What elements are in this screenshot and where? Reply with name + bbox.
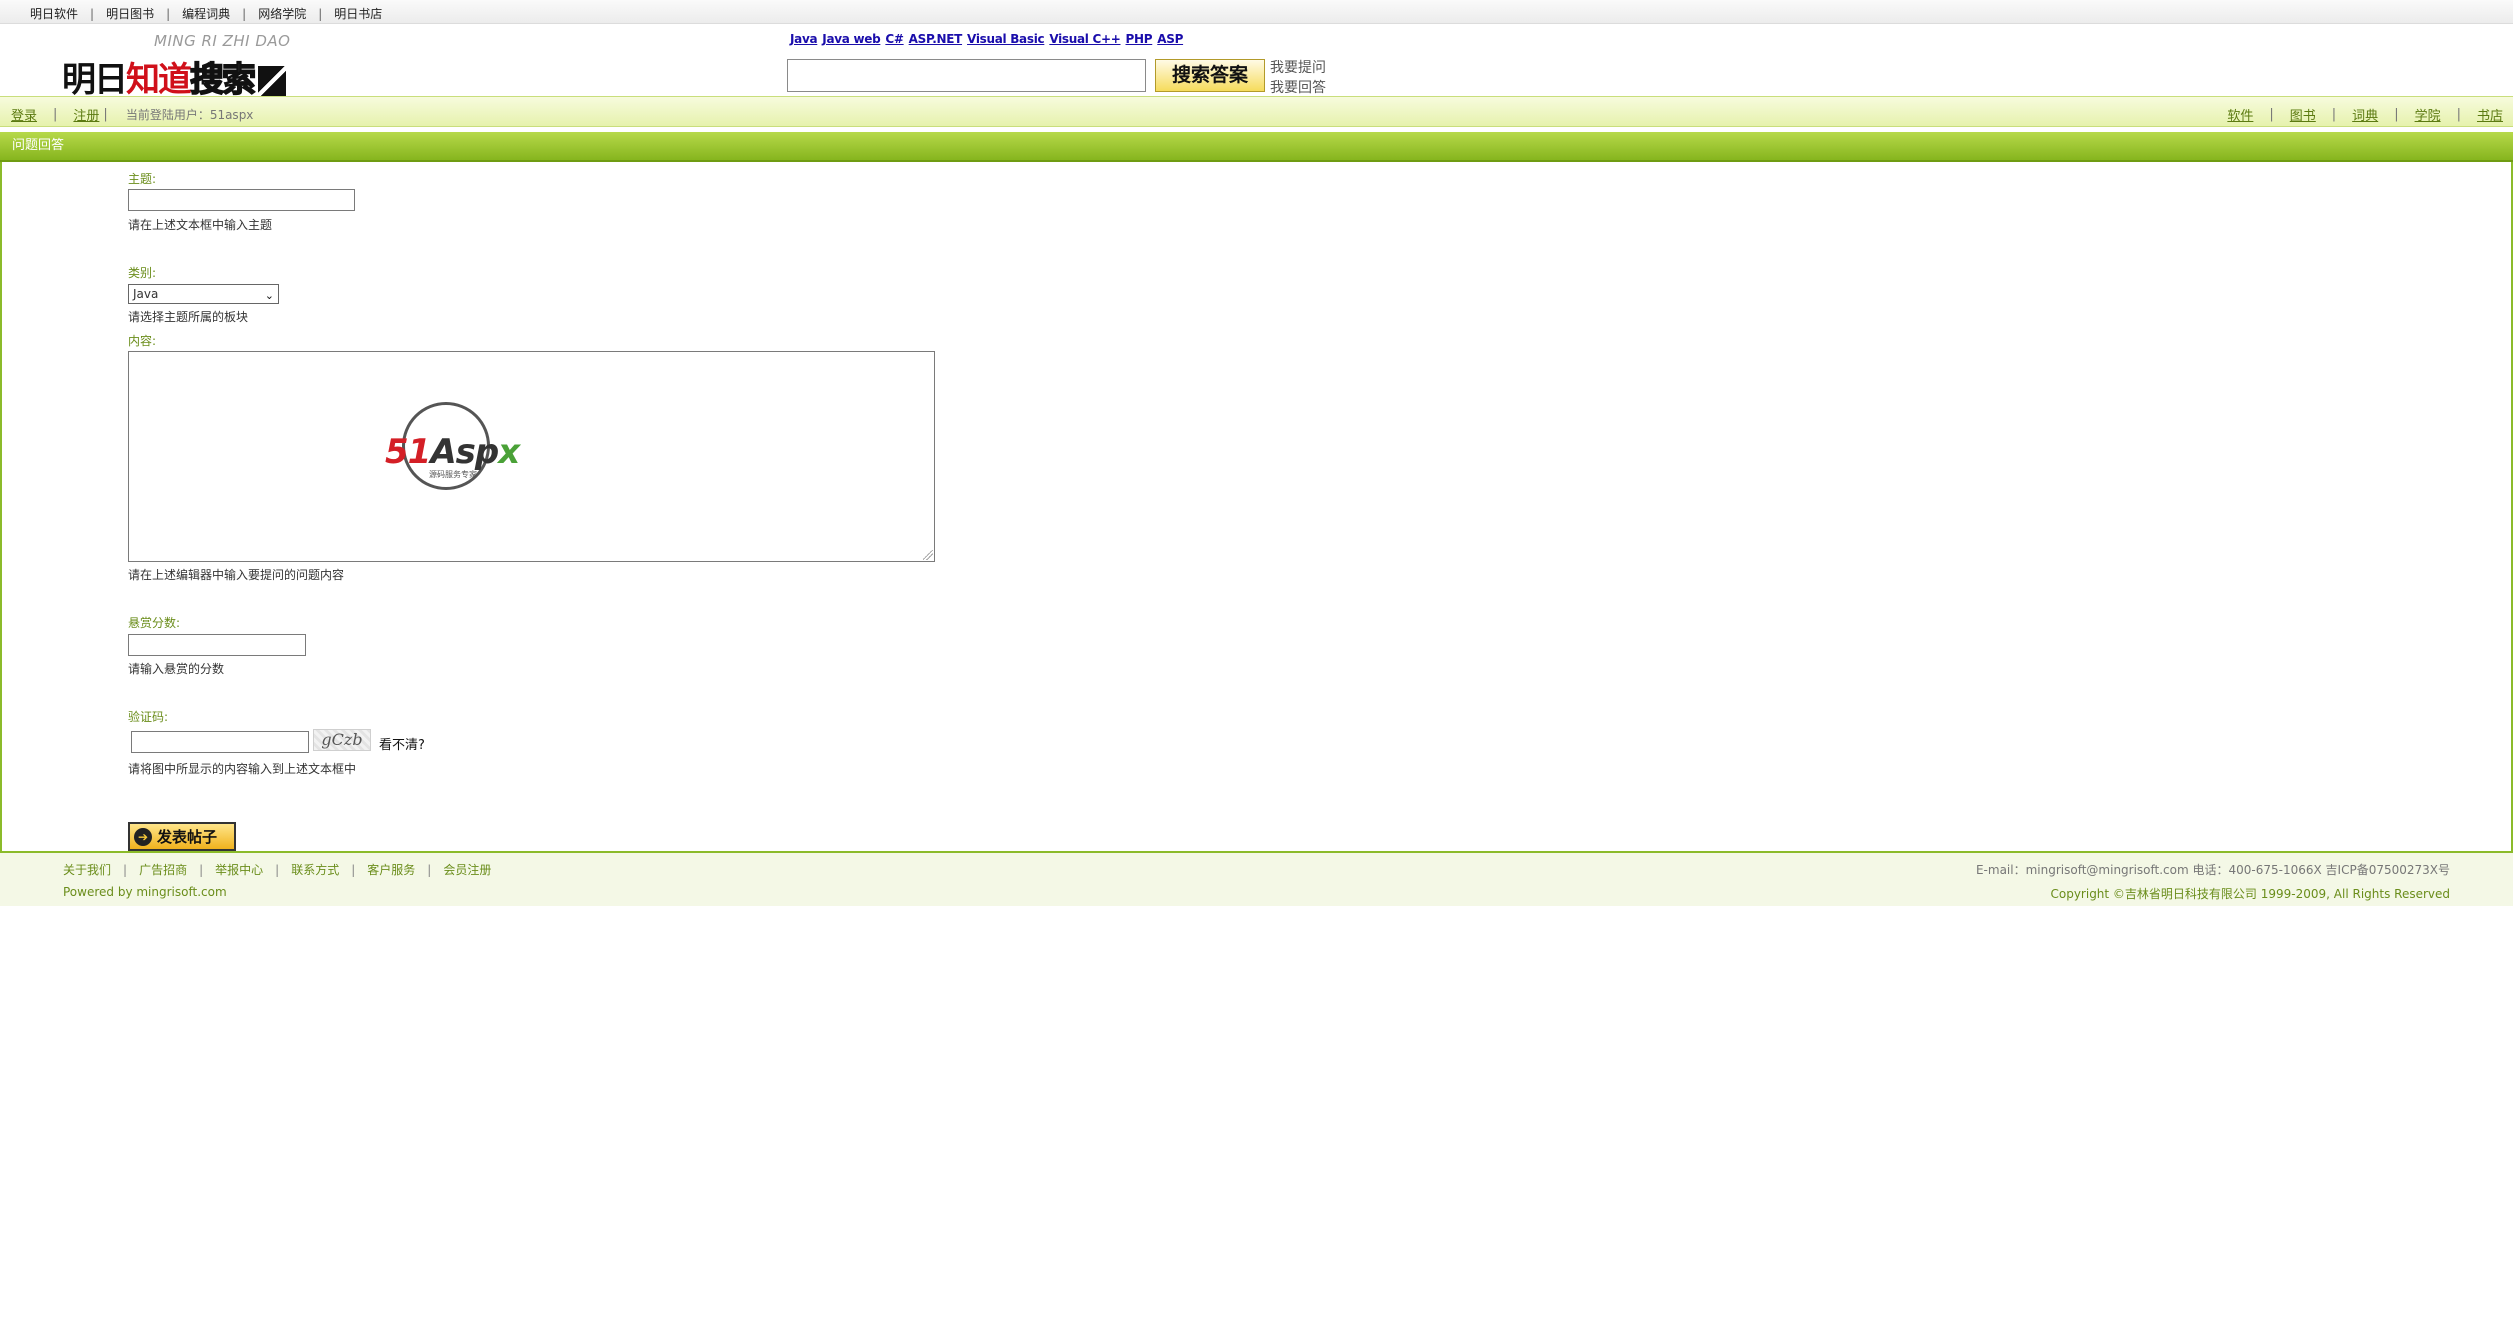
logo-wordmark: 明日知道搜索 [62, 52, 286, 101]
top-utility-bar: 明日软件 | 明日图书 | 编程词典 | 网络学院 | 明日书店 [0, 0, 2513, 24]
top-nav: 明日软件 | 明日图书 | 编程词典 | 网络学院 | 明日书店 [30, 5, 382, 22]
userbar-link-bookstore[interactable]: 书店 [2477, 105, 2503, 124]
watermark-brand: 51Aspx [385, 432, 520, 472]
footer-links: 关于我们 | 广告招商 | 举报中心 | 联系方式 | 客户服务 | 会员注册 [63, 861, 491, 878]
user-bar-separator: | [53, 107, 58, 122]
answer-question-link[interactable]: 我要回答 [1270, 77, 1326, 97]
top-nav-academy[interactable]: 网络学院 [258, 5, 306, 22]
user-bar-separator: | [103, 107, 108, 122]
section-title: 问题回答 [0, 132, 2513, 162]
top-nav-software[interactable]: 明日软件 [30, 5, 78, 22]
footer-copyright: Copyright ©吉林省明日科技有限公司 1999-2009, All Ri… [2050, 887, 2450, 901]
captcha-label: 验证码: [128, 710, 169, 724]
captcha-hint: 请将图中所显示的内容输入到上述文本框中 [128, 762, 357, 776]
user-bar-right: 软件 | 图书 | 词典 | 学院 | 书店 [2227, 105, 2503, 124]
captcha-input[interactable] [131, 731, 309, 753]
top-nav-books[interactable]: 明日图书 [106, 5, 154, 22]
subject-hint: 请在上述文本框中输入主题 [128, 218, 273, 232]
category-link-visual-basic[interactable]: Visual Basic [967, 32, 1045, 46]
top-nav-dictionary[interactable]: 编程词典 [182, 5, 230, 22]
footer-separator: | [351, 862, 356, 877]
search-answer-button[interactable]: 搜索答案 [1155, 59, 1265, 92]
category-link-php[interactable]: PHP [1126, 32, 1153, 46]
category-link-visual-cpp[interactable]: Visual C++ [1049, 32, 1120, 46]
footer-separator: | [199, 862, 204, 877]
footer-contact-info: E-mail：mingrisoft@mingrisoft.com 电话：400-… [1975, 863, 2450, 877]
user-bar-separator: | [2269, 107, 2274, 122]
watermark-logo: 51Aspx 源码服务专家 [385, 402, 520, 497]
reward-hint: 请输入悬赏的分数 [128, 662, 225, 676]
userbar-link-dictionary[interactable]: 词典 [2352, 105, 2378, 124]
captcha-image[interactable]: gCzb [313, 729, 371, 751]
powered-by: Powered by mingrisoft.com [63, 885, 227, 899]
user-bar: 登录 | 注册 | 当前登陆用户：51aspx 软件 | 图书 | 词典 | 学… [0, 96, 2513, 127]
chevron-down-icon: ⌄ [264, 289, 274, 302]
category-link-aspnet[interactable]: ASP.NET [909, 32, 963, 46]
top-nav-bookstore[interactable]: 明日书店 [334, 5, 382, 22]
content-editor[interactable]: 51Aspx 源码服务专家 [128, 351, 935, 562]
userbar-link-books[interactable]: 图书 [2290, 105, 2316, 124]
ask-question-link[interactable]: 我要提问 [1270, 57, 1326, 77]
logo-text-mingri: 明日 [62, 60, 128, 100]
logo-text-sousuo: 搜索 [189, 59, 257, 101]
watermark-brand-green: x [498, 432, 520, 472]
reward-label: 悬赏分数: [128, 616, 181, 630]
subject-input[interactable] [128, 189, 355, 211]
userbar-link-software[interactable]: 软件 [2227, 105, 2253, 124]
arrow-right-icon: ➔ [134, 827, 152, 846]
user-bar-separator: | [2456, 107, 2461, 122]
category-label: 类别: [128, 266, 157, 280]
watermark-brand-dark-2: p [474, 432, 499, 472]
top-nav-separator: | [90, 6, 95, 21]
footer-separator: | [123, 862, 128, 877]
current-user-label: 当前登陆用户：51aspx [125, 108, 254, 122]
subject-label: 主题: [128, 172, 157, 186]
top-nav-separator: | [242, 6, 247, 21]
user-bar-left: 登录 | 注册 | 当前登陆用户：51aspx [11, 105, 253, 124]
logo-mark-icon [258, 65, 286, 98]
category-hint: 请选择主题所属的板块 [128, 310, 249, 324]
logo-subtitle: MING RI ZHI DAO [154, 32, 291, 50]
reward-points-input[interactable] [128, 634, 306, 656]
watermark-brand-red: 51 [385, 432, 431, 472]
category-link-java[interactable]: Java [790, 32, 818, 46]
content-label: 内容: [128, 334, 157, 348]
logo-text-zhidao: 知道 [126, 60, 192, 100]
captcha-refresh-link[interactable]: 看不清? [379, 734, 425, 753]
category-link-java-web[interactable]: Java web [822, 32, 880, 46]
submit-post-label: 发表帖子 [157, 828, 218, 846]
footer-link-report[interactable]: 举报中心 [215, 861, 263, 878]
login-link[interactable]: 登录 [11, 105, 37, 124]
footer-separator: | [427, 862, 432, 877]
category-link-asp[interactable]: ASP [1157, 32, 1183, 46]
footer: 关于我们 | 广告招商 | 举报中心 | 联系方式 | 客户服务 | 会员注册 … [0, 853, 2513, 906]
top-nav-separator: | [166, 6, 171, 21]
top-nav-separator: | [318, 6, 323, 21]
content-hint: 请在上述编辑器中输入要提问的问题内容 [128, 568, 345, 582]
quick-category-links: Java Java web C# ASP.NET Visual Basic Vi… [790, 32, 1183, 46]
search-input[interactable] [787, 59, 1146, 92]
category-link-csharp[interactable]: C# [885, 32, 904, 46]
submit-post-button[interactable]: ➔ 发表帖子 [128, 822, 236, 851]
resize-grip-icon[interactable] [923, 550, 933, 560]
footer-link-member-register[interactable]: 会员注册 [443, 861, 491, 878]
site-logo[interactable]: MING RI ZHI DAO 明日知道搜索 [62, 32, 290, 101]
category-selected-value: Java [133, 287, 159, 301]
watermark-brand-dark: As [430, 432, 476, 472]
register-link[interactable]: 注册 [73, 105, 99, 124]
footer-link-service[interactable]: 客户服务 [367, 861, 415, 878]
footer-link-advertising[interactable]: 广告招商 [139, 861, 187, 878]
userbar-link-academy[interactable]: 学院 [2415, 105, 2441, 124]
footer-link-about[interactable]: 关于我们 [63, 861, 111, 878]
category-select[interactable]: Java ⌄ [128, 284, 279, 304]
footer-link-contact[interactable]: 联系方式 [291, 861, 339, 878]
user-bar-separator: | [2394, 107, 2399, 122]
user-bar-separator: | [2331, 107, 2337, 122]
footer-separator: | [275, 862, 280, 877]
watermark-tagline: 源码服务专家 [429, 470, 477, 479]
